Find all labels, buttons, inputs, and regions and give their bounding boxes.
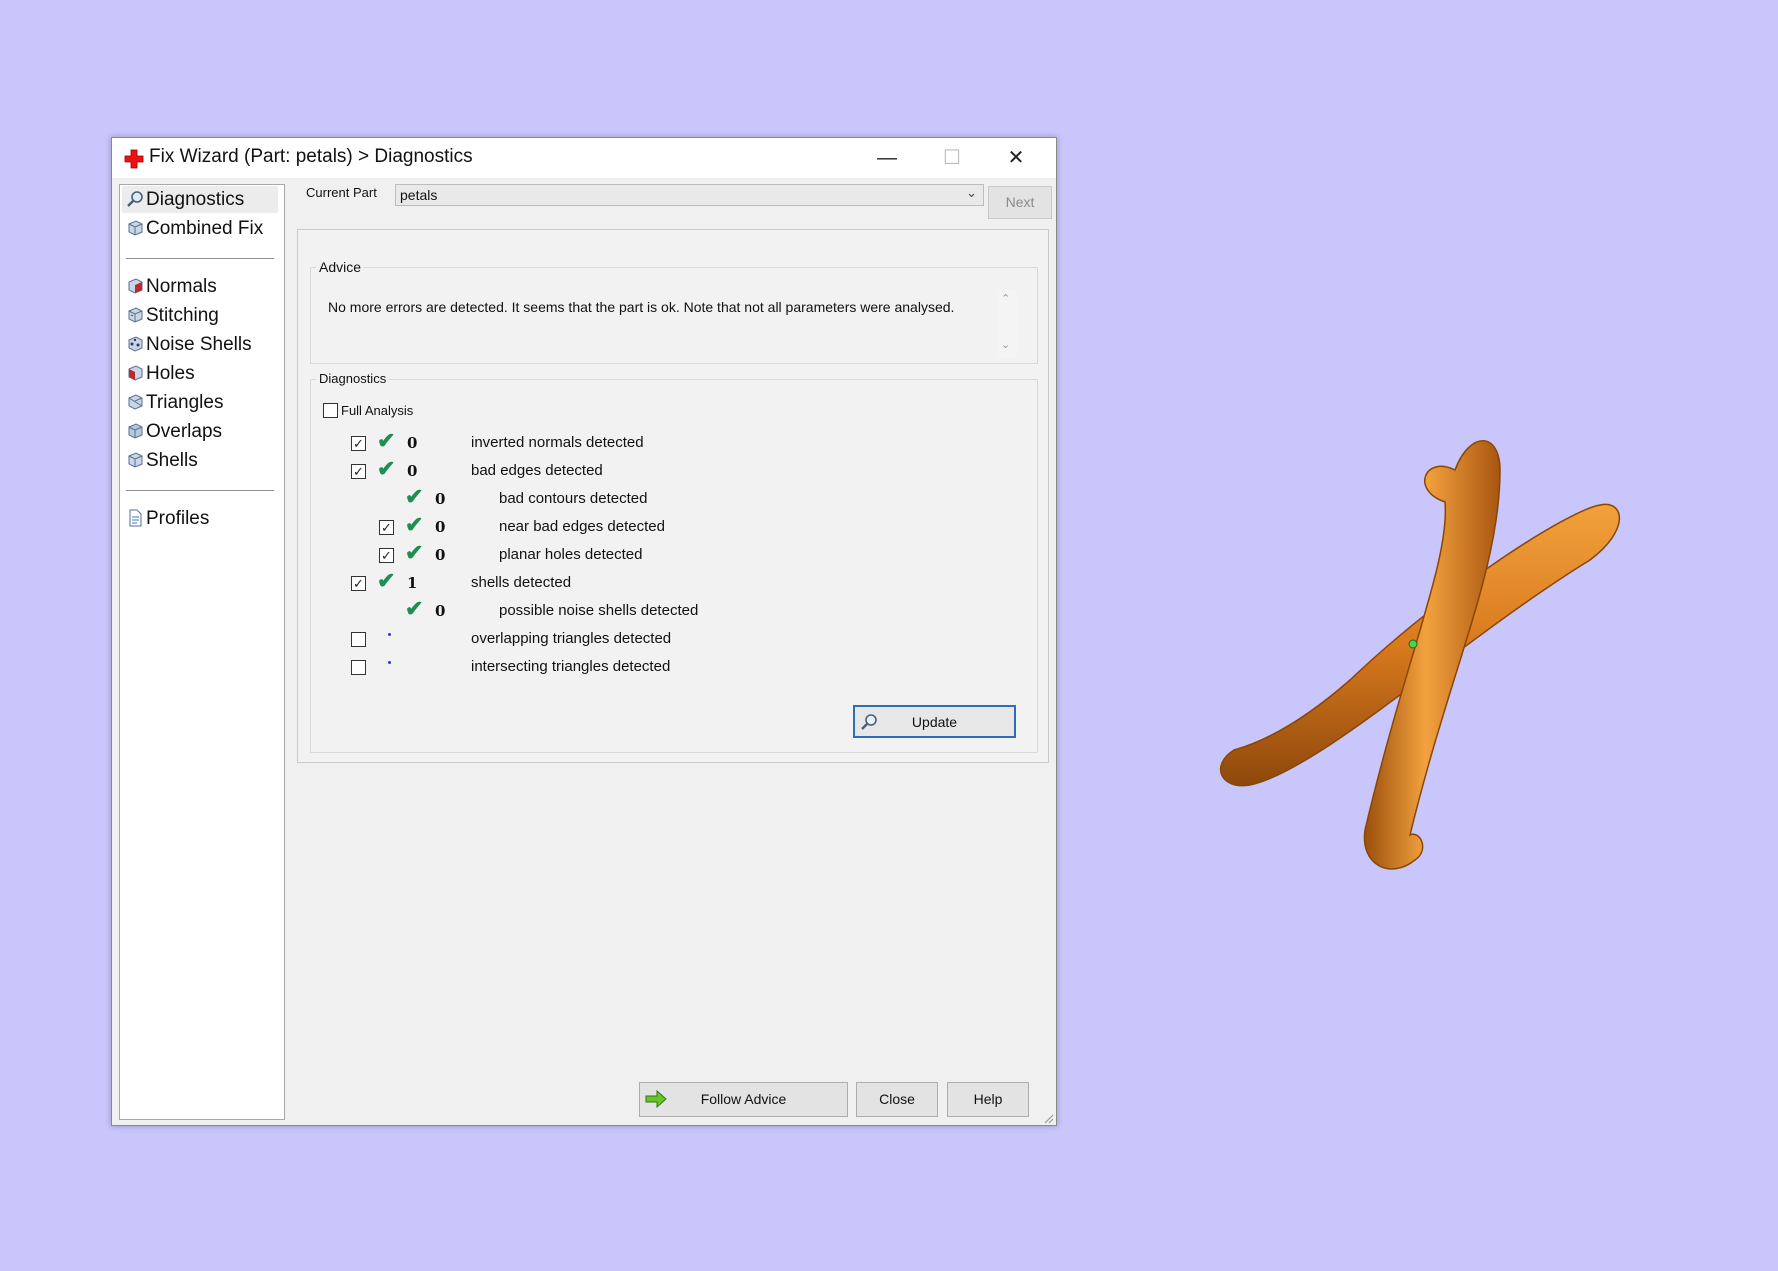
diagnostic-checkbox[interactable]: ✓: [351, 436, 366, 451]
cube-icon: [128, 220, 143, 236]
diagnostic-label: planar holes detected: [499, 546, 643, 563]
sidebar-item-normals[interactable]: Normals: [122, 273, 278, 300]
sidebar-item-label: Profiles: [146, 508, 210, 529]
title-bar[interactable]: Fix Wizard (Part: petals) > Diagnostics …: [112, 138, 1056, 178]
diagnostic-checkbox[interactable]: ✓: [379, 548, 394, 563]
sidebar-item-noise-shells[interactable]: Noise Shells: [122, 331, 278, 358]
maximize-button[interactable]: ☐: [922, 138, 982, 178]
full-analysis-label: Full Analysis: [341, 403, 414, 418]
current-part-value: petals: [400, 187, 438, 203]
sidebar-item-combined-fix[interactable]: Combined Fix: [122, 215, 278, 242]
stitching-cube-icon: [128, 307, 143, 323]
ok-check-icon: ✔: [405, 484, 424, 509]
sidebar-item-label: Shells: [146, 450, 198, 471]
diagnostic-label: bad edges detected: [471, 462, 603, 479]
chevron-down-icon: ⌄: [966, 185, 977, 200]
sidebar-item-diagnostics[interactable]: Diagnostics: [122, 186, 278, 213]
profile-document-icon: [129, 509, 142, 527]
diagnostic-label: near bad edges detected: [499, 518, 665, 535]
full-analysis-checkbox[interactable]: [323, 403, 338, 418]
triangles-cube-icon: [128, 394, 143, 410]
shells-cube-icon: [128, 452, 143, 468]
magnifier-icon: [127, 191, 143, 207]
sidebar-item-overlaps[interactable]: Overlaps: [122, 418, 278, 445]
sidebar-divider: [126, 258, 274, 259]
sidebar-divider: [126, 490, 274, 491]
advice-group: Advice No more errors are detected. It s…: [310, 259, 1038, 364]
sidebar-item-label: Triangles: [146, 392, 224, 413]
diagnostic-checkbox[interactable]: ✓: [379, 520, 394, 535]
sidebar: Diagnostics Combined Fix Normals Stitchi…: [119, 184, 285, 1120]
red-cross-icon: [124, 149, 144, 169]
sidebar-item-stitching[interactable]: Stitching: [122, 302, 278, 329]
current-part-select[interactable]: petals ⌄: [395, 184, 984, 206]
diagnostic-count: 0: [435, 490, 446, 508]
help-button[interactable]: Help: [947, 1082, 1029, 1117]
close-window-button[interactable]: ✕: [986, 138, 1046, 178]
sidebar-item-shells[interactable]: Shells: [122, 447, 278, 474]
ok-check-icon: ✔: [405, 540, 424, 565]
ok-check-icon: ✔: [377, 428, 396, 453]
diagnostic-count: 0: [435, 518, 446, 536]
sidebar-item-label: Normals: [146, 276, 217, 297]
sidebar-item-label: Diagnostics: [146, 189, 245, 210]
ok-check-icon: ✔: [377, 456, 396, 481]
sidebar-item-triangles[interactable]: Triangles: [122, 389, 278, 416]
pivot-marker-icon: [1408, 639, 1418, 649]
normals-cube-icon: [128, 278, 143, 294]
diagnostic-count: 0: [435, 602, 446, 620]
sidebar-item-holes[interactable]: Holes: [122, 360, 278, 387]
advice-text: No more errors are detected. It seems th…: [328, 299, 955, 315]
close-button[interactable]: Close: [856, 1082, 938, 1117]
diagnostic-count: 0: [407, 462, 418, 480]
scroll-down-icon[interactable]: ⌄: [1001, 338, 1010, 351]
diagnostic-checkbox[interactable]: [351, 632, 366, 647]
window-title: Fix Wizard (Part: petals) > Diagnostics: [149, 146, 473, 167]
advice-scrollbar[interactable]: ⌃ ⌄: [997, 290, 1017, 358]
advice-title: Advice: [316, 259, 365, 275]
ok-check-icon: ✔: [377, 568, 396, 593]
diagnostic-label: overlapping triangles detected: [471, 630, 672, 647]
update-button[interactable]: Update: [853, 705, 1016, 738]
sidebar-item-label: Holes: [146, 363, 195, 384]
follow-advice-label: Follow Advice: [700, 1091, 787, 1107]
diagnostics-title: Diagnostics: [316, 371, 390, 386]
scroll-up-icon[interactable]: ⌃: [1001, 292, 1010, 305]
diagnostic-label: shells detected: [471, 574, 572, 591]
diagnostic-checkbox[interactable]: [351, 660, 366, 675]
overlaps-cube-icon: [128, 423, 143, 439]
next-button[interactable]: Next: [988, 186, 1052, 219]
not-analysed-dot-icon: [388, 633, 391, 636]
diagnostic-count: 0: [407, 434, 418, 452]
main-panel: Advice No more errors are detected. It s…: [297, 229, 1049, 763]
current-part-label: Current Part: [306, 185, 377, 200]
minimize-button[interactable]: —: [857, 138, 917, 178]
green-arrow-icon: [645, 1089, 667, 1109]
diagnostic-label: possible noise shells detected: [499, 602, 699, 619]
fix-wizard-window: Fix Wizard (Part: petals) > Diagnostics …: [111, 137, 1057, 1126]
diagnostic-count: 1: [407, 574, 418, 592]
sidebar-item-profiles[interactable]: Profiles: [122, 505, 278, 532]
sidebar-item-label: Noise Shells: [146, 334, 252, 355]
diagnostic-checkbox[interactable]: ✓: [351, 576, 366, 591]
holes-cube-icon: [128, 365, 143, 381]
diagnostic-label: inverted normals detected: [471, 434, 644, 451]
ok-check-icon: ✔: [405, 512, 424, 537]
sidebar-item-label: Stitching: [146, 305, 219, 326]
resize-grip-icon[interactable]: [1042, 1112, 1054, 1124]
sidebar-item-label: Combined Fix: [146, 218, 264, 239]
not-analysed-dot-icon: [388, 661, 391, 664]
diagnostic-count: 0: [435, 546, 446, 564]
follow-advice-button[interactable]: Follow Advice: [639, 1082, 848, 1117]
diagnostic-label: bad contours detected: [499, 490, 648, 507]
ok-check-icon: ✔: [405, 596, 424, 621]
diagnostic-checkbox[interactable]: ✓: [351, 464, 366, 479]
noise-shells-cube-icon: [128, 336, 143, 352]
sidebar-item-label: Overlaps: [146, 421, 223, 442]
update-label: Update: [911, 714, 958, 730]
3d-part-model: [1219, 440, 1621, 870]
diagnostic-label: intersecting triangles detected: [471, 658, 671, 675]
diagnostics-group: Diagnostics Full Analysis ✓ ✔ 0 inverted no…: [310, 371, 1038, 753]
